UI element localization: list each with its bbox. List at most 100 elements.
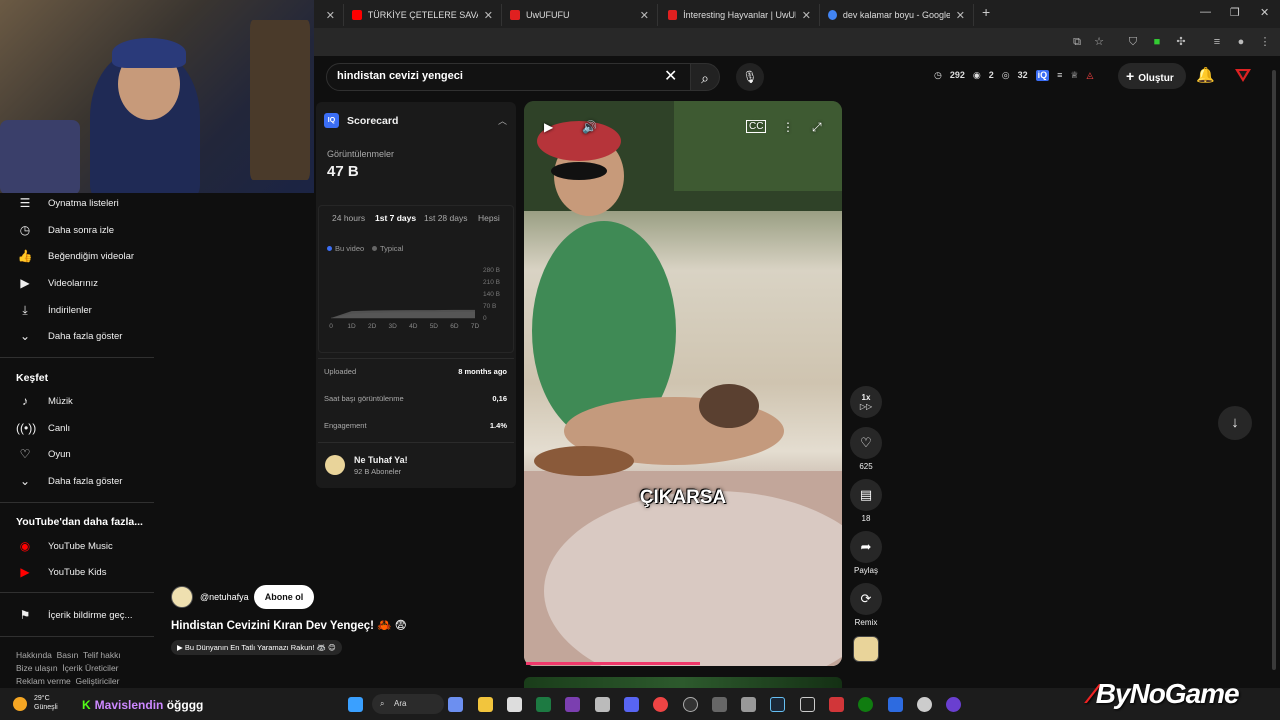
sidebar-item-show-more[interactable]: ⌄ Daha fazla göster	[16, 326, 123, 346]
close-icon[interactable]: ✕	[326, 9, 335, 22]
extension-shield-icon[interactable]: ⛉	[1126, 35, 1140, 49]
obs-icon[interactable]	[683, 697, 698, 712]
excel-icon[interactable]	[536, 697, 551, 712]
sidebar-item-playlists[interactable]: ☰ Oynatma listeleri	[16, 193, 119, 213]
sidebar-item-live[interactable]: ((•)) Canlı	[16, 418, 70, 438]
more-options-icon[interactable]: ⋮	[782, 120, 794, 134]
copilot-icon[interactable]	[448, 697, 463, 712]
discord-icon[interactable]	[624, 697, 639, 712]
video-progress-bar[interactable]	[526, 662, 700, 665]
share-button[interactable]: ➦	[850, 531, 882, 563]
next-video-button[interactable]: ↓	[1218, 406, 1252, 440]
footer-links[interactable]: Bize ulaşın İçerik Üreticiler	[16, 663, 119, 673]
sidebar-item-youtube-kids[interactable]: ▶ YouTube Kids	[16, 562, 106, 582]
notepad-icon[interactable]	[595, 697, 610, 712]
tab-24-hours[interactable]: 24 hours	[332, 213, 365, 223]
menu-kebab-icon[interactable]: ⋮	[1258, 35, 1272, 49]
browser-tab[interactable]: İnteresting Hayvanlar | UwUFU ✕	[660, 4, 820, 26]
sidebar-item-show-more[interactable]: ⌄ Daha fazla göster	[16, 471, 123, 491]
channel-avatar-icon[interactable]	[1234, 66, 1252, 84]
install-app-icon[interactable]: ⧉	[1070, 35, 1084, 49]
sidebar-item-downloads[interactable]: ⤓ İndirilenler	[16, 300, 91, 320]
channel-avatar[interactable]	[325, 455, 345, 475]
captions-icon[interactable]: CC	[746, 120, 767, 133]
watermark-text: ByNoGame	[1095, 678, 1240, 709]
search-button[interactable]: ⌕	[690, 63, 720, 91]
sidebar-item-liked-videos[interactable]: 👍 Beğendiğim videolar	[16, 246, 135, 266]
voice-search-button[interactable]: 🎙	[736, 63, 764, 91]
steam-icon[interactable]	[770, 697, 785, 712]
windows-start-icon[interactable]	[348, 697, 363, 712]
related-video-chip[interactable]: ▶ Bu Dünyanın En Tatlı Yaramazı Rakun! 🦝…	[171, 640, 342, 655]
trophy-icon[interactable]: ♕	[1070, 70, 1078, 81]
sidebar-item-your-videos[interactable]: ▶ Videolarınız	[16, 273, 98, 293]
uploader-handle[interactable]: @netuhafya	[200, 592, 249, 602]
new-tab-button[interactable]: +	[982, 4, 990, 20]
close-icon[interactable]: ✕	[640, 9, 649, 22]
footer-links[interactable]: Hakkında Basın Telif hakkı	[16, 650, 121, 660]
notifications-bell-icon[interactable]: 🔔	[1196, 66, 1215, 84]
extension-green-icon[interactable]: ■	[1150, 35, 1164, 49]
bynogame-logo-icon: ⁄	[1090, 678, 1095, 709]
file-explorer-icon[interactable]	[478, 697, 493, 712]
browser-tab[interactable]: ✕	[314, 4, 344, 26]
restore-icon[interactable]: ❐	[1230, 6, 1240, 19]
store-icon[interactable]	[507, 697, 522, 712]
sidebar-item-report-history[interactable]: ⚑ İçerik bildirme geç...	[16, 605, 133, 625]
riot-icon[interactable]	[829, 697, 844, 712]
app-icon[interactable]	[917, 697, 932, 712]
collapse-chevron-icon[interactable]: ︿	[498, 114, 507, 127]
tab-1st-7-days[interactable]: 1st 7 days	[375, 213, 416, 223]
close-window-icon[interactable]: ✕	[1260, 6, 1269, 19]
sidebar-item-gaming[interactable]: ♡ Oyun	[16, 444, 71, 464]
epic-games-icon[interactable]	[800, 697, 815, 712]
minimize-icon[interactable]: —	[1200, 6, 1211, 18]
fullscreen-icon[interactable]: ⤢	[812, 120, 822, 135]
channel-thumbnail[interactable]	[853, 636, 879, 662]
xbox-icon[interactable]	[858, 697, 873, 712]
sun-icon[interactable]	[13, 697, 27, 711]
media-controls-icon[interactable]: ≡	[1210, 35, 1224, 49]
chrome-icon[interactable]	[653, 697, 668, 712]
playback-speed-button[interactable]: 1x ▷▷	[850, 386, 882, 418]
sidebar-item-youtube-music[interactable]: ◉ YouTube Music	[16, 536, 113, 556]
weather-widget[interactable]: 29°C Güneşli	[34, 694, 58, 712]
tab-1st-28-days[interactable]: 1st 28 days	[424, 213, 467, 223]
remix-button[interactable]: ⟳	[850, 583, 882, 615]
list-icon[interactable]: ≡	[1057, 70, 1062, 81]
play-icon[interactable]: ▶	[544, 120, 553, 134]
search-input[interactable]: hindistan cevizi yengeci	[337, 70, 463, 82]
browser-tab[interactable]: dev kalamar boyu - Google'da ✕	[820, 4, 974, 26]
onenote-icon[interactable]	[565, 697, 580, 712]
bookmark-star-icon[interactable]: ☆	[1092, 35, 1106, 49]
stat-views: 32	[1017, 70, 1028, 80]
app-icon[interactable]	[946, 697, 961, 712]
sidebar-item-music[interactable]: ♪ Müzik	[16, 391, 73, 411]
app-icon[interactable]	[888, 697, 903, 712]
browser-tab[interactable]: UwUFUFU ✕	[502, 4, 658, 26]
vidiq-icon[interactable]: iQ	[1035, 70, 1050, 81]
uploader-avatar[interactable]	[171, 586, 193, 608]
extensions-puzzle-icon[interactable]: ✣	[1174, 35, 1188, 49]
close-icon[interactable]: ✕	[956, 9, 965, 22]
footer-links[interactable]: Reklam verme Geliştiriciler	[16, 676, 119, 686]
tab-all[interactable]: Hepsi	[478, 213, 500, 223]
calculator-icon[interactable]	[712, 697, 727, 712]
subscribe-button[interactable]: Abone ol	[254, 585, 314, 609]
sidebar-item-watch-later[interactable]: ◷ Daha sonra izle	[16, 220, 114, 240]
like-button[interactable]: ♡	[850, 427, 882, 459]
close-icon[interactable]: ✕	[484, 9, 493, 22]
create-button[interactable]: + Oluştur	[1118, 63, 1186, 89]
shorts-video-player[interactable]	[524, 101, 842, 666]
comments-button[interactable]: ▤	[850, 479, 882, 511]
alert-icon[interactable]: ◬	[1087, 70, 1094, 81]
page-scrollbar[interactable]	[1272, 70, 1276, 670]
channel-name[interactable]: Ne Tuhaf Ya!	[354, 455, 408, 465]
close-icon[interactable]: ✕	[802, 9, 811, 22]
clear-search-icon[interactable]: ✕	[664, 66, 677, 86]
volume-icon[interactable]: 🔊	[582, 120, 597, 134]
profile-avatar-icon[interactable]: ●	[1234, 35, 1248, 49]
taskbar-search[interactable]: ⌕ Ara	[372, 694, 444, 714]
snipping-tool-icon[interactable]	[741, 697, 756, 712]
browser-tab[interactable]: TÜRKİYE ÇETELERE SAVAŞ AÇTI ✕	[344, 4, 502, 26]
